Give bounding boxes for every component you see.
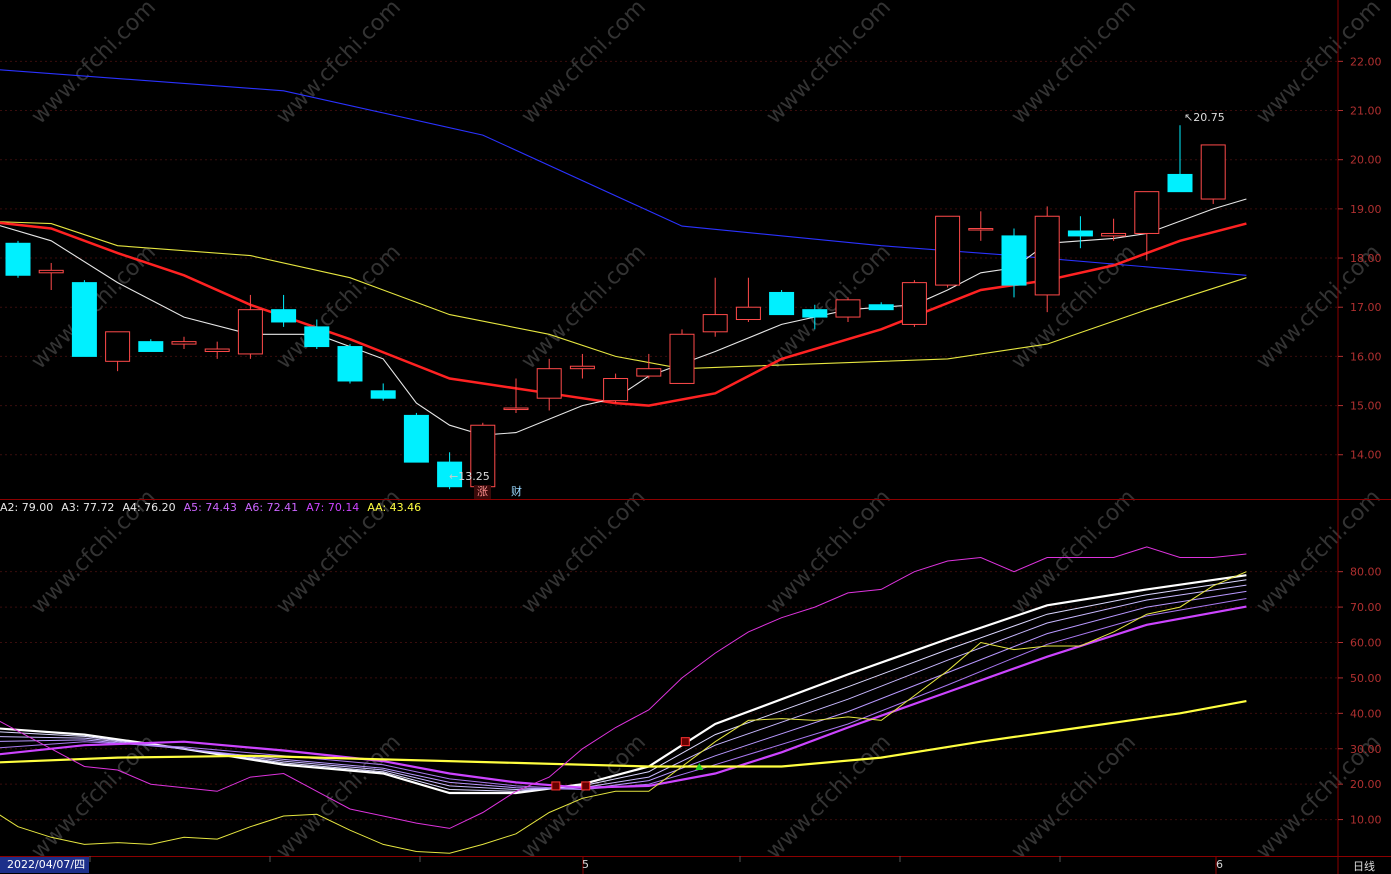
candlesticks[interactable] (5, 125, 1226, 492)
watermark-text: www.cfchi.com (1007, 0, 1141, 129)
candle-up (1200, 144, 1226, 200)
price-tick-label: 14.00 (1350, 449, 1382, 462)
zhang-tag[interactable]: 涨 (474, 485, 491, 499)
price-tick-label: 16.00 (1350, 350, 1382, 363)
candle-up (1101, 232, 1127, 237)
price-axis: 14.00 15.00 16.00 17.00 18.00 19.00 20.00 21.00… (1338, 55, 1382, 827)
watermark-text: www.cfchi.com (517, 730, 651, 864)
candle-up (603, 378, 629, 402)
candle-down (304, 326, 330, 348)
legend-item-2: A4: 76.20 (122, 501, 176, 514)
grid-lines (0, 60, 1338, 821)
indicator-tick-label: 30.00 (1350, 743, 1382, 756)
legend-item-3: A5: 74.43 (183, 501, 237, 514)
candle-up (204, 348, 230, 352)
candle-up (171, 341, 197, 345)
candle-up (835, 299, 861, 318)
high-price-label: ↖20.75 (1184, 111, 1225, 124)
legend-item-1: A3: 77.72 (61, 501, 115, 514)
period-label[interactable]: 日线 (1353, 858, 1375, 874)
month-label-5: 5 (582, 858, 589, 871)
candle-up (503, 407, 529, 411)
candle-up (105, 331, 131, 362)
watermark-text: www.cfchi.com (272, 0, 406, 129)
legend-item-5: A7: 70.14 (306, 501, 360, 514)
indicator-legend: A2: 79.00 A3: 77.72 A4: 76.20 A5: 74.43 A6: … (0, 501, 429, 514)
watermark-text: www.cfchi.com (762, 0, 896, 129)
price-tick-label: 15.00 (1350, 400, 1382, 413)
candle-down (1067, 230, 1093, 237)
indicator-tick-label: 70.00 (1350, 601, 1382, 614)
candle-down (370, 390, 396, 399)
price-tick-label: 17.00 (1350, 301, 1382, 314)
candle-up (735, 306, 761, 321)
candle-down (769, 291, 795, 316)
price-tick-label: 22.00 (1350, 55, 1382, 68)
price-tick-label: 18.00 (1350, 252, 1382, 265)
month-label-6: 6 (1216, 858, 1223, 871)
watermark-text: www.cfchi.com (1252, 485, 1386, 619)
candle-up (38, 269, 64, 274)
candle-down (868, 304, 894, 311)
legend-item-4: A6: 72.41 (244, 501, 299, 514)
indicator-tick-label: 40.00 (1350, 707, 1382, 720)
watermark-text: www.cfchi.com (762, 485, 896, 619)
candle-up (1034, 215, 1060, 296)
candle-up (536, 368, 562, 399)
watermark-text: www.cfchi.com (762, 730, 896, 864)
signal-marker (581, 781, 591, 791)
low-price-label: ←13.25 (449, 470, 490, 483)
candle-up (237, 309, 263, 355)
watermark: www.cfchi.com www.cfchi.com www.cfchi.com w… (27, 0, 1386, 864)
watermark-text: www.cfchi.com (1007, 485, 1141, 619)
signal-marker (551, 781, 561, 791)
indicator-tick-label: 80.00 (1350, 566, 1382, 579)
watermark-text: www.cfchi.com (272, 730, 406, 864)
price-tick-label: 20.00 (1350, 154, 1382, 167)
signal-marker (680, 737, 690, 747)
watermark-text: www.cfchi.com (517, 0, 651, 129)
candle-down (138, 341, 164, 352)
cursor-date: 2022/04/07/四 (0, 857, 90, 873)
indicator-tick-label: 10.00 (1350, 814, 1382, 827)
candle-down (403, 414, 429, 463)
watermark-text: www.cfchi.com (27, 0, 161, 129)
candle-up (935, 215, 961, 286)
candle-down (337, 346, 363, 382)
watermark-text: www.cfchi.com (1007, 730, 1141, 864)
candle-up (1134, 191, 1160, 234)
price-tick-label: 21.00 (1350, 105, 1382, 118)
candle-up (968, 228, 994, 231)
candle-down (271, 309, 297, 323)
candle-up (901, 282, 927, 325)
candle-up (669, 333, 695, 384)
price-tick-label: 19.00 (1350, 203, 1382, 216)
legend-item-0: A2: 79.00 (0, 501, 54, 514)
candle-up (702, 314, 728, 333)
candle-down (802, 309, 828, 318)
legend-item-6: AA: 43.46 (367, 501, 422, 514)
candle-down (5, 242, 31, 276)
indicator-tick-label: 60.00 (1350, 637, 1382, 650)
indicator-tick-label: 50.00 (1350, 672, 1382, 685)
indicator-tick-label: 20.00 (1350, 778, 1382, 791)
stock-chart[interactable]: www.cfchi.com www.cfchi.com www.cfchi.com w… (0, 0, 1391, 874)
candle-down (1167, 173, 1193, 193)
cai-tag[interactable]: 财 (508, 485, 525, 499)
candle-down (1001, 235, 1027, 286)
candle-up (636, 368, 662, 377)
candle-up (569, 365, 595, 370)
watermark-text: www.cfchi.com (517, 485, 651, 619)
candle-down (71, 282, 97, 357)
